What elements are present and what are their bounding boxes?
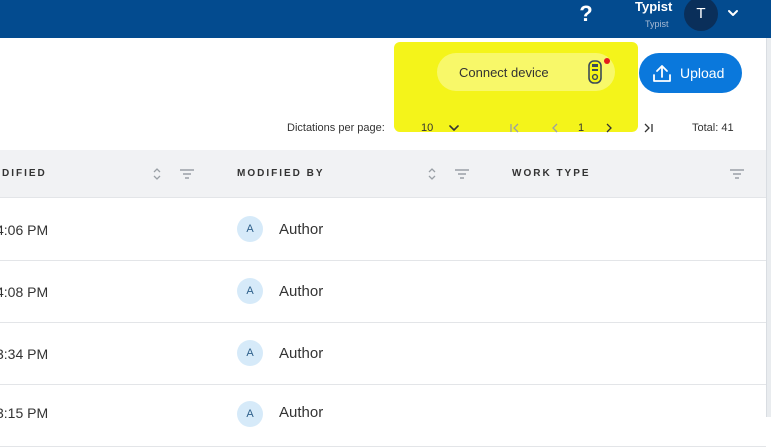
avatar: A (237, 401, 263, 427)
avatar: A (237, 216, 263, 242)
cell-modified: 3:34 PM (0, 346, 49, 362)
cell-modified: 4:06 PM (0, 222, 49, 238)
total-count: Total: 41 (692, 122, 734, 134)
cell-modified-by: Author (279, 221, 324, 238)
user-role: Typist (645, 19, 669, 29)
cell-modified-by: Author (279, 345, 324, 362)
user-name[interactable]: Typist (635, 0, 672, 15)
per-page-label: Dictations per page: (287, 122, 385, 134)
chevron-down-icon[interactable] (447, 121, 461, 135)
chevron-down-icon[interactable] (725, 5, 741, 21)
usb-device-icon (588, 60, 602, 84)
help-icon[interactable]: ? (578, 2, 594, 26)
avatar: A (237, 278, 263, 304)
cell-modified: 3:15 PM (0, 405, 49, 421)
table-header (0, 150, 766, 198)
filter-icon[interactable] (179, 167, 195, 181)
page-size-select[interactable]: 10 (421, 121, 433, 135)
upload-icon (653, 65, 671, 82)
filter-icon[interactable] (454, 167, 470, 181)
first-page-icon[interactable] (508, 121, 522, 135)
column-header-work-type[interactable]: WORK TYPE (512, 168, 591, 180)
column-header-modified[interactable]: DIFIED (2, 168, 47, 180)
cell-modified-by: Author (279, 404, 324, 421)
status-dot (604, 58, 610, 64)
right-panel-edge (766, 38, 771, 417)
table-row[interactable] (0, 199, 766, 261)
table-row[interactable] (0, 385, 766, 447)
last-page-icon[interactable] (641, 121, 655, 135)
sort-icon[interactable] (426, 165, 438, 183)
sort-icon[interactable] (151, 165, 163, 183)
cell-modified: 4:08 PM (0, 284, 49, 300)
connect-device-label: Connect device (459, 65, 549, 80)
next-page-icon[interactable] (603, 121, 615, 135)
table-row[interactable] (0, 323, 766, 385)
cell-modified-by: Author (279, 283, 324, 300)
filter-icon[interactable] (729, 167, 745, 181)
avatar: A (237, 340, 263, 366)
upload-label: Upload (680, 65, 725, 81)
table-row[interactable] (0, 261, 766, 323)
column-header-modified-by[interactable]: MODIFIED BY (237, 168, 325, 180)
current-page: 1 (578, 122, 585, 134)
prev-page-icon[interactable] (549, 121, 561, 135)
